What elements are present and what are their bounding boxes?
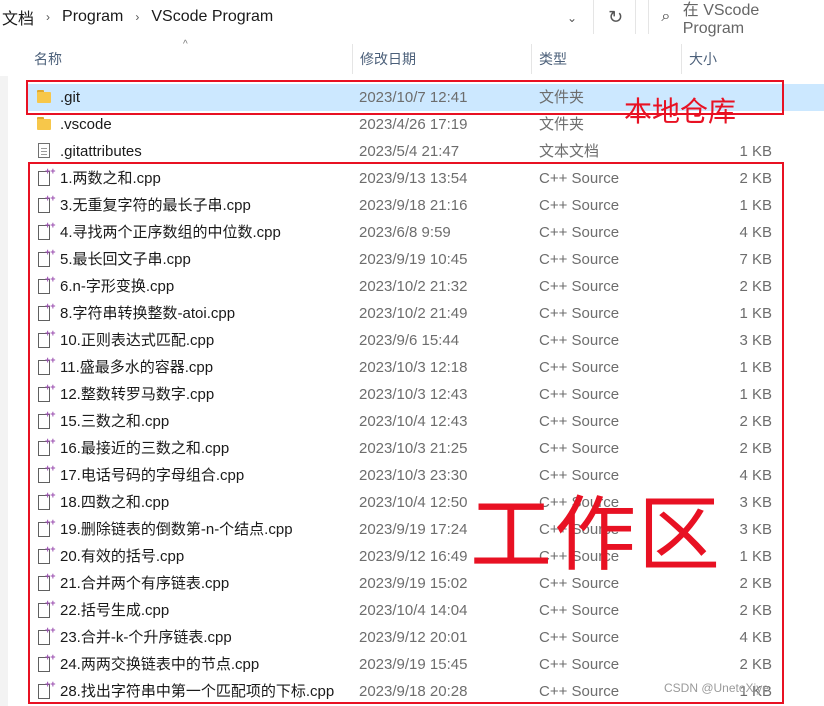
workspace-annotation: 工作区 <box>470 488 723 583</box>
address-bar[interactable]: 文档 › Program › VScode Program ⌄ <box>0 0 594 34</box>
column-date[interactable]: 修改日期 <box>352 42 532 76</box>
breadcrumb-program[interactable]: Program <box>60 8 125 26</box>
file-size: 1 KB <box>739 143 772 160</box>
column-header: ^ 名称 修改日期 类型 大小 <box>0 39 824 76</box>
search-icon: ⌕ <box>661 8 671 25</box>
chevron-right-icon: › <box>46 10 51 24</box>
local-repo-annotation: 本地仓库 <box>624 96 737 127</box>
file-date: 2023/4/26 17:19 <box>359 116 468 133</box>
chevron-right-icon: › <box>135 10 140 24</box>
file-row[interactable]: .gitattributes 2023/5/4 21:47 文本文档 1 KB <box>26 138 824 165</box>
workspace-highlight-box <box>28 162 784 704</box>
refresh-icon[interactable]: ↻ <box>596 0 636 34</box>
folder-icon <box>36 115 52 133</box>
text-document-icon <box>36 142 52 160</box>
watermark: CSDN @UnetoXiye <box>664 681 769 695</box>
file-date: 2023/5/4 21:47 <box>359 143 460 160</box>
navigation-pane-edge <box>0 76 8 706</box>
column-size[interactable]: 大小 <box>681 42 781 76</box>
file-name: .gitattributes <box>60 143 142 160</box>
column-type[interactable]: 类型 <box>531 42 681 76</box>
file-name: .vscode <box>60 116 112 133</box>
chevron-down-icon[interactable]: ⌄ <box>560 8 584 28</box>
breadcrumb-documents[interactable]: 文档 <box>0 5 36 29</box>
breadcrumb-vscode-program[interactable]: VScode Program <box>149 8 275 26</box>
search-input[interactable]: 在 VScode Program <box>683 0 824 38</box>
search-box[interactable]: ⌕ 在 VScode Program <box>648 0 824 37</box>
file-type: 文件夹 <box>539 116 585 133</box>
toolbar: 文档 › Program › VScode Program ⌄ ↻ ⌕ 在 VS… <box>0 0 824 37</box>
file-type: 文本文档 <box>539 143 600 160</box>
column-name[interactable]: 名称 <box>26 42 352 76</box>
